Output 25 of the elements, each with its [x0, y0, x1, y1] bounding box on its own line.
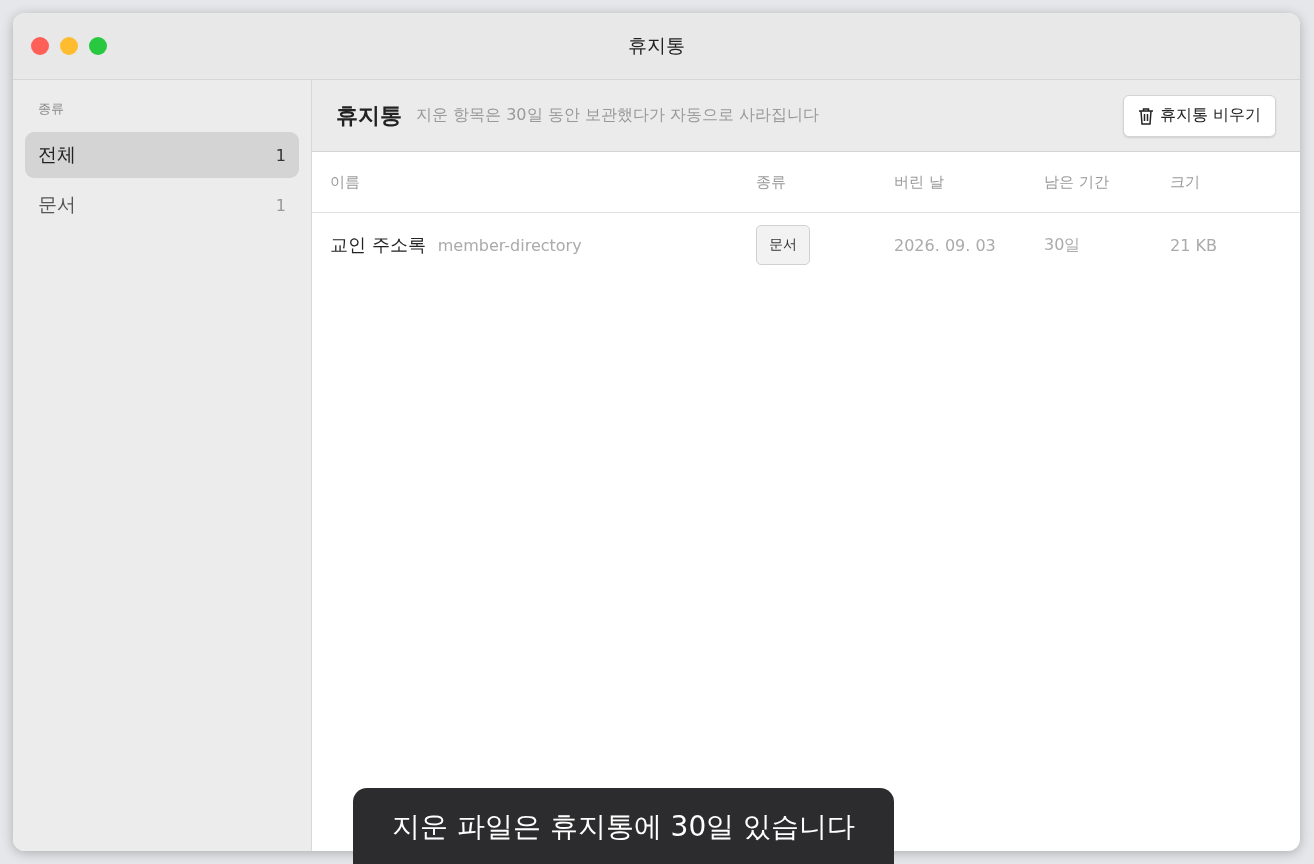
deleted-date: 2026. 09. 03 — [894, 235, 997, 255]
close-button[interactable] — [31, 37, 49, 55]
item-count: 1 — [275, 145, 286, 165]
page-title: 휴지통 — [336, 101, 402, 130]
trash-icon — [1137, 106, 1154, 125]
toast-message: 지운 파일은 휴지통에 30일 있습니다 — [353, 788, 894, 864]
empty-trash-button[interactable]: 휴지통 비우기 — [1122, 94, 1276, 137]
window-title: 휴지통 — [628, 33, 685, 58]
remaining-time: 30일 — [1044, 234, 1082, 256]
sidebar-heading: 종류 — [37, 100, 65, 118]
type-tag: 문서 — [756, 225, 810, 265]
file-size: 21 KB — [1170, 235, 1218, 255]
sidebar-item[interactable]: 문서 1 — [25, 182, 299, 228]
page-subtitle: 지운 항목은 30일 동안 보관했다가 자동으로 사라집니다 — [416, 105, 820, 126]
file-id: member-directory — [437, 236, 582, 255]
column-header[interactable]: 종류 — [756, 172, 894, 192]
column-header[interactable]: 크기 — [1170, 172, 1282, 192]
file-name: 교인 주소록 — [330, 233, 426, 257]
minimize-button[interactable] — [60, 37, 78, 55]
column-header[interactable]: 남은 기간 — [1044, 172, 1170, 192]
column-header[interactable]: 버린 날 — [894, 172, 1044, 192]
item-count: 1 — [275, 195, 286, 215]
column-header[interactable]: 이름 — [330, 172, 756, 192]
zoom-button[interactable] — [89, 37, 107, 55]
sidebar-item[interactable]: 전체 1 — [25, 132, 299, 178]
